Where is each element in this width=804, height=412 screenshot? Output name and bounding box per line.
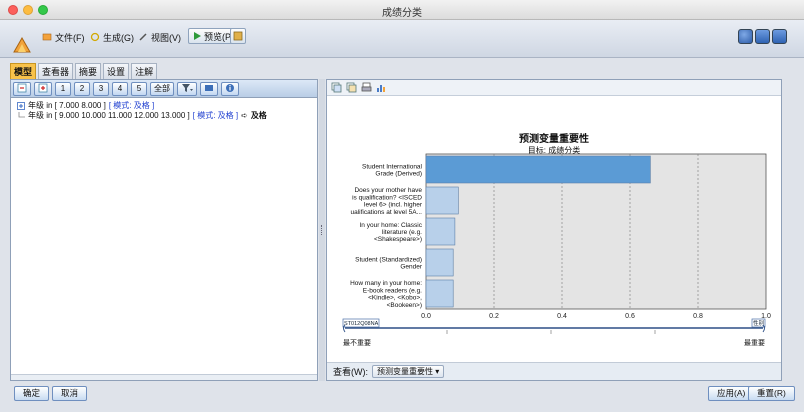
tree-node-rule-1[interactable]: 年级 in [ 7.000 8.000 ] [ 模式: 及格 ]	[17, 101, 311, 111]
importance-bar	[425, 186, 459, 215]
level-4-button[interactable]: 4	[112, 81, 128, 96]
importance-bar	[425, 248, 454, 277]
display-button[interactable]	[200, 81, 218, 96]
view-menu[interactable]: 视图(V)	[138, 29, 181, 45]
copy-data-icon[interactable]	[346, 82, 357, 93]
x-tick-label: 0.4	[557, 313, 567, 320]
ok-button[interactable]: 确定	[14, 386, 50, 401]
category-label: How many in your home: E-book readers (e.…	[350, 280, 422, 309]
importance-bar	[425, 217, 456, 246]
help-button[interactable]	[738, 29, 753, 44]
reset-button[interactable]: 重置(R)	[748, 386, 795, 401]
rule-2-text: 年级 in [ 9.000 10.000 11.000 12.000 13.00…	[28, 111, 190, 120]
filter-icon	[182, 83, 193, 92]
info-icon	[226, 83, 234, 92]
info-button[interactable]	[221, 81, 239, 96]
rule-1-mode: [ 模式: 及格 ]	[108, 101, 155, 110]
play-icon	[194, 32, 201, 40]
view-select[interactable]: 预测变量重要性 ▾	[372, 365, 445, 378]
least-important-label: 最不重要	[343, 339, 371, 347]
x-tick-label: 0.0	[421, 313, 431, 320]
level-1-button[interactable]: 1	[55, 81, 71, 96]
most-important-label: 最重要	[744, 339, 765, 347]
category-label: Student International Grade (Derived)	[362, 163, 423, 177]
filter-button[interactable]	[177, 81, 197, 96]
x-tick-label: 0.8	[693, 313, 703, 320]
tab-viewer[interactable]: 查看器	[38, 63, 74, 79]
category-label: Student (Standardized) Gender	[355, 256, 423, 270]
copy-visualization-icon[interactable]	[331, 82, 342, 93]
expand-node-icon[interactable]	[17, 102, 25, 110]
file-icon	[42, 33, 52, 41]
expand-button[interactable]	[34, 81, 52, 96]
tab-strip: 模型 查看器 摘要 设置 注解	[10, 63, 158, 79]
rule-2-result: 及格	[250, 111, 267, 120]
file-menu-label: 文件(F)	[55, 32, 85, 43]
importance-bar	[425, 279, 454, 308]
display-icon	[205, 84, 213, 91]
generate-menu-label: 生成(G)	[103, 32, 134, 43]
tab-model[interactable]: 模型	[10, 63, 37, 79]
view-bar: 查看(W): 预测变量重要性 ▾	[327, 362, 781, 380]
importance-chart: 0.0 0.2 0.4 0.6 0.8 1.0Student International G…	[342, 153, 771, 347]
category-label: Does your mother have is qualification? <…	[350, 187, 422, 216]
tree-node-rule-2[interactable]: 年级 in [ 9.000 10.000 11.000 12.000 13.00…	[17, 111, 311, 121]
maximize-button[interactable]	[772, 29, 787, 44]
x-tick-label: 0.2	[489, 313, 499, 320]
print-icon[interactable]	[361, 82, 372, 93]
file-menu[interactable]: 文件(F)	[42, 29, 85, 45]
generate-icon	[90, 32, 100, 42]
menu-bar: 文件(F) 生成(G) 视图(V) 预览(P)	[0, 20, 804, 58]
slider-min-value: ST012Q08NA	[344, 321, 379, 327]
minimize-button[interactable]	[755, 29, 770, 44]
importance-bar	[425, 155, 651, 184]
chevron-down-icon: ▾	[435, 367, 440, 376]
slider-max-value: 性别	[753, 319, 764, 327]
rule-1-text: 年级 in [ 7.000 8.000 ]	[28, 101, 106, 110]
level-5-button[interactable]: 5	[131, 81, 147, 96]
tree-toolbar: 1 2 3 4 5 全部	[11, 80, 317, 98]
rule-tree-panel: 1 2 3 4 5 全部 年级 in [ 7.000 8.000 ] [ 模式:…	[10, 79, 318, 381]
category-label: In your home: Classic literature (e.g. <Sh…	[360, 222, 423, 243]
window-title: 成绩分类	[382, 8, 422, 19]
cancel-button[interactable]: 取消	[52, 386, 88, 401]
collapse-icon	[17, 83, 27, 92]
view-select-value: 预测变量重要性	[377, 367, 433, 376]
chart-area: 预测变量重要性 目标: 成绩分类 0.0 0.2 0.4 0.6 0.8 1.0 Stude…	[327, 96, 781, 362]
level-2-button[interactable]: 2	[74, 81, 90, 96]
rule-2-mode: [ 模式: 及格 ]	[192, 111, 239, 120]
tab-settings[interactable]: 设置	[103, 63, 130, 79]
horizontal-scrollbar[interactable]	[11, 374, 317, 380]
tab-annotations[interactable]: 注解	[131, 63, 158, 79]
expand-icon	[38, 83, 48, 92]
tab-summary[interactable]: 摘要	[75, 63, 102, 79]
viewer-panel: 预测变量重要性 目标: 成绩分类 0.0 0.2 0.4 0.6 0.8 1.0 Stude…	[326, 79, 782, 381]
generate-menu[interactable]: 生成(G)	[90, 29, 134, 45]
export-icon	[233, 31, 243, 41]
all-levels-button[interactable]: 全部	[150, 81, 174, 96]
view-menu-label: 视图(V)	[151, 32, 181, 43]
viewer-toolbar	[327, 80, 781, 96]
pencil-icon	[139, 33, 147, 41]
export-button[interactable]	[230, 28, 246, 44]
collapse-button[interactable]	[13, 81, 31, 96]
rule-2-arrow-icon: ➪	[241, 111, 248, 120]
tree-connector-icon	[18, 112, 25, 118]
export-chart-icon[interactable]	[376, 82, 387, 93]
rule-tree: 年级 in [ 7.000 8.000 ] [ 模式: 及格 ] 年级 in […	[11, 98, 317, 124]
level-3-button[interactable]: 3	[93, 81, 109, 96]
divider-grip[interactable]	[321, 225, 323, 235]
model-nugget-icon	[13, 36, 31, 53]
view-label: 查看(W):	[333, 367, 368, 377]
title-bar: 成绩分类	[0, 0, 804, 20]
x-tick-label: 0.6	[625, 313, 635, 320]
